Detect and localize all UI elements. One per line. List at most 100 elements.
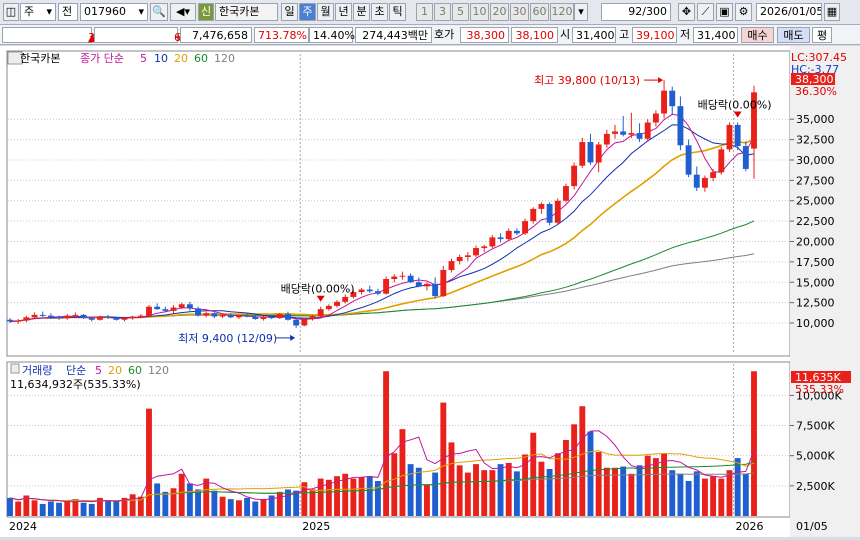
volume-bar <box>481 470 488 516</box>
volume-bar <box>105 500 112 516</box>
bid-price: 38,100 <box>511 27 558 43</box>
layout-icon[interactable]: ◫ <box>3 3 19 21</box>
candle <box>538 204 545 209</box>
volume-bar <box>571 424 578 516</box>
minute-option-30[interactable]: 30 <box>510 3 529 21</box>
candle <box>162 309 169 311</box>
volume-bar <box>260 499 267 516</box>
low-label: 저 <box>680 28 691 41</box>
period-tab-4[interactable]: 분 <box>353 3 370 21</box>
bar-count-field[interactable]: 92/300 <box>601 3 671 21</box>
volume-bar <box>718 478 725 516</box>
turnover: 14.40% <box>309 27 355 43</box>
sell-button[interactable]: 매도 <box>777 27 810 43</box>
minute-option-120[interactable]: 120 <box>550 3 574 21</box>
period-tab-0[interactable]: 일 <box>281 3 298 21</box>
volume-bar <box>554 453 561 516</box>
speaker-icon[interactable]: ◀▾ <box>170 3 196 21</box>
calendar-icon[interactable]: ▦ <box>824 3 840 21</box>
volume-bar <box>203 478 210 516</box>
volume-bar <box>628 473 635 516</box>
volume-bar <box>424 484 430 516</box>
search-icon[interactable]: 🔍 <box>150 3 168 21</box>
price-tick-label: 32,500 <box>796 134 835 147</box>
gear-icon[interactable]: ⚙ <box>735 3 752 21</box>
volume-bar <box>235 500 242 516</box>
candle <box>374 291 381 294</box>
date-field[interactable]: 2026/01/05 <box>756 3 822 21</box>
volume-bar <box>505 462 512 516</box>
minute-option-20[interactable]: 20 <box>490 3 509 21</box>
volume-bar <box>219 496 226 516</box>
candle <box>64 315 71 319</box>
crosshair-icon[interactable]: ✥ <box>678 3 695 21</box>
trend-icon[interactable]: ⟋ <box>697 3 714 21</box>
stock-name: 한국카본 <box>215 3 278 21</box>
category-select[interactable]: 전 <box>58 3 78 21</box>
candle <box>726 124 733 150</box>
chevron-down-icon[interactable]: ▾ <box>574 3 588 21</box>
ask-price: 38,300 <box>460 27 509 43</box>
save-icon[interactable]: ▣ <box>716 3 733 21</box>
volume-bar <box>669 470 676 516</box>
ma-legend-label: 종가 단순 <box>80 52 124 65</box>
candle <box>383 279 390 294</box>
volume-bar <box>677 473 684 516</box>
ma120-legend: 120 <box>214 52 235 65</box>
sector-badge[interactable]: 신 <box>198 3 214 21</box>
volume-bar <box>170 488 177 516</box>
volume-bar <box>80 502 87 516</box>
candle <box>424 283 430 287</box>
volume-bar <box>186 483 193 516</box>
candle <box>530 208 537 222</box>
candle <box>366 289 373 292</box>
chart-area[interactable]: 최고 39,800 (10/13) 최저 9,400 (12/09) 배당락(0.0… <box>0 46 860 537</box>
volume-bar <box>644 455 651 516</box>
volume-summary: 11,634,932주(535.33%) <box>10 378 141 391</box>
candle <box>473 248 479 256</box>
candle <box>178 304 185 308</box>
volume-bar <box>636 465 643 516</box>
market-select[interactable]: 주 ▾ <box>20 3 56 21</box>
candle <box>358 289 365 293</box>
minute-option-3[interactable]: 3 <box>434 3 451 21</box>
candle <box>170 307 177 311</box>
trade-amount: 274,443백만 <box>355 27 432 43</box>
candle <box>56 317 62 319</box>
candle <box>203 313 210 316</box>
price-tick-label: 22,500 <box>796 215 835 228</box>
price-tick-label: 15,000 <box>796 276 835 289</box>
volume-ratio: 713.78% <box>254 27 309 43</box>
candle <box>121 318 128 320</box>
minute-option-10[interactable]: 10 <box>470 3 489 21</box>
volume-bar <box>366 476 373 516</box>
buy-button[interactable]: 매수 <box>741 27 774 43</box>
minute-option-5[interactable]: 5 <box>452 3 469 21</box>
period-tab-3[interactable]: 년 <box>335 3 352 21</box>
period-tab-2[interactable]: 월 <box>317 3 334 21</box>
eval-button[interactable]: 평 <box>812 27 832 43</box>
candle <box>186 304 193 309</box>
volume-bar <box>432 472 439 516</box>
volume-bar <box>391 453 398 516</box>
chart-svg[interactable]: 최고 39,800 (10/13) 최저 9,400 (12/09) 배당락(0.0… <box>0 46 860 537</box>
candle <box>677 106 684 146</box>
minute-option-60[interactable]: 60 <box>530 3 549 21</box>
candle <box>195 308 201 316</box>
volume-bar <box>146 408 152 516</box>
code-input[interactable]: 017960 ▾ <box>80 3 148 21</box>
dividend-annotation: 배당락(0.00%) <box>281 283 355 296</box>
period-tab-6[interactable]: 틱 <box>389 3 406 21</box>
volume-bar <box>252 501 259 516</box>
vma120-legend: 120 <box>148 364 169 377</box>
period-tab-1[interactable]: 주 <box>299 3 316 21</box>
candle <box>105 316 112 318</box>
candle <box>448 261 455 271</box>
volume-bar <box>685 481 692 516</box>
volume-bar <box>244 497 251 516</box>
period-tab-5[interactable]: 초 <box>371 3 388 21</box>
candle <box>334 301 340 306</box>
candle <box>432 283 439 297</box>
minute-option-1[interactable]: 1 <box>416 3 433 21</box>
panel-menu-icon[interactable] <box>10 363 20 374</box>
